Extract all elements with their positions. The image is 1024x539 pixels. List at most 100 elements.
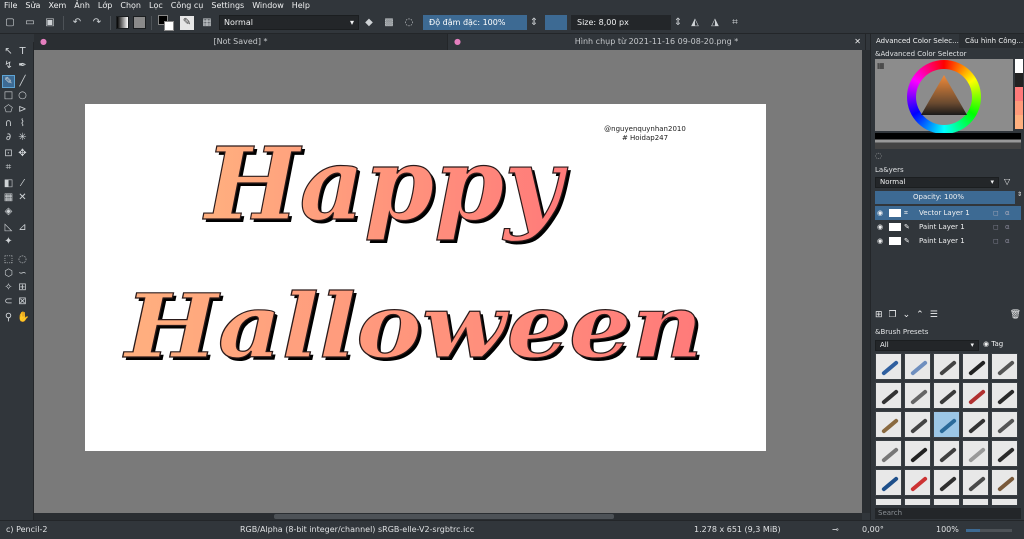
- select-shapes-icon[interactable]: ↖: [3, 46, 14, 57]
- magnetic-select-icon[interactable]: ⊠: [17, 296, 28, 307]
- brush-preset[interactable]: [991, 440, 1018, 467]
- history-swatch[interactable]: [1015, 87, 1023, 101]
- menu-edit[interactable]: Sửa: [21, 0, 44, 12]
- menu-layer[interactable]: Lớp: [94, 0, 116, 12]
- rectangle-tool-icon[interactable]: □: [3, 90, 14, 101]
- add-layer-icon[interactable]: ⊞: [875, 310, 883, 322]
- brush-preset[interactable]: [933, 353, 960, 380]
- close-icon[interactable]: ✕: [854, 34, 861, 50]
- brush-preset[interactable]: [904, 498, 931, 505]
- blend-mode-select[interactable]: Normal ▾: [219, 15, 359, 30]
- colorize-mask-icon[interactable]: ▦: [3, 192, 14, 203]
- tag-button[interactable]: ◉ Tag: [983, 340, 1003, 348]
- wrap-around-icon[interactable]: ⌗: [728, 16, 742, 30]
- brush-preset[interactable]: [991, 382, 1018, 409]
- calligraphy-icon[interactable]: ✒: [17, 60, 28, 71]
- brush-preset[interactable]: [904, 469, 931, 496]
- layer-row[interactable]: ◉ ✎ Paint Layer 1 ◻ α: [875, 234, 1021, 248]
- menu-image[interactable]: Ảnh: [70, 0, 94, 12]
- brush-preset[interactable]: [962, 353, 989, 380]
- layer-row[interactable]: ◉ ⌗ Vector Layer 1 ◻ α: [875, 206, 1021, 220]
- tab-screenshot[interactable]: ● Hình chụp từ 2021-11-16 09-08-20.png *…: [448, 34, 866, 50]
- history-swatch[interactable]: [1015, 59, 1023, 73]
- layer-row[interactable]: ◉ ✎ Paint Layer 1 ◻ α: [875, 220, 1021, 234]
- menu-help[interactable]: Help: [288, 0, 314, 12]
- lock-icon[interactable]: ◻: [993, 206, 999, 220]
- menu-tools[interactable]: Công cụ: [167, 0, 208, 12]
- reload-preset-icon[interactable]: ◌: [402, 16, 416, 30]
- layer-opacity-spin[interactable]: ⇕: [1017, 191, 1023, 204]
- layer-properties-icon[interactable]: ☰: [930, 310, 938, 322]
- settings-icon[interactable]: ▦: [877, 61, 885, 70]
- brush-preset[interactable]: [875, 382, 902, 409]
- brush-preset[interactable]: [875, 411, 902, 438]
- preserve-alpha-icon[interactable]: ▩: [382, 16, 396, 30]
- brush-editor-icon[interactable]: ✎: [180, 15, 194, 30]
- menu-settings[interactable]: Settings: [207, 0, 248, 12]
- brush-preset[interactable]: [991, 353, 1018, 380]
- alpha-lock-icon[interactable]: α: [1005, 206, 1010, 220]
- alpha-lock-icon[interactable]: α: [1005, 220, 1010, 234]
- brush-preset[interactable]: [991, 411, 1018, 438]
- canvas-document[interactable]: Happy Happy Halloween Halloween @nguyenq…: [85, 104, 766, 451]
- save-icon[interactable]: ▣: [43, 16, 57, 30]
- ellipse-select-icon[interactable]: ◌: [17, 254, 28, 265]
- layer-blend-select[interactable]: Normal ▾: [875, 177, 999, 188]
- text-tool-icon[interactable]: T: [17, 46, 28, 57]
- brush-presets-grid-icon[interactable]: ▦: [200, 16, 214, 30]
- eraser-mode-icon[interactable]: ◆: [362, 16, 376, 30]
- zoom-tool-icon[interactable]: ⚲: [3, 312, 14, 323]
- tab-tool-options[interactable]: Cấu hình Công...: [959, 34, 1024, 48]
- value-sliders[interactable]: [875, 133, 1021, 149]
- visibility-eye-icon[interactable]: ◉: [877, 220, 883, 234]
- menu-file[interactable]: File: [0, 0, 21, 12]
- brush-preset[interactable]: [962, 440, 989, 467]
- polygon-tool-icon[interactable]: ⬠: [3, 104, 14, 115]
- contiguous-select-icon[interactable]: ✧: [3, 282, 14, 293]
- brush-preset[interactable]: [933, 440, 960, 467]
- brush-preset[interactable]: [933, 411, 960, 438]
- alpha-lock-icon[interactable]: α: [1005, 234, 1010, 248]
- undo-icon[interactable]: ↶: [70, 16, 84, 30]
- brush-search-input[interactable]: Search: [875, 508, 1021, 519]
- ellipse-tool-icon[interactable]: ○: [17, 90, 28, 101]
- move-down-icon[interactable]: ⌄: [903, 310, 911, 322]
- brush-preset[interactable]: [875, 469, 902, 496]
- reset-icon[interactable]: ◌: [875, 151, 882, 160]
- lock-icon[interactable]: ◻: [993, 234, 999, 248]
- visibility-eye-icon[interactable]: ◉: [877, 206, 883, 220]
- brush-preset[interactable]: [875, 498, 902, 505]
- brush-preset[interactable]: [991, 469, 1018, 496]
- brush-preset[interactable]: [962, 411, 989, 438]
- freehand-select-icon[interactable]: ∽: [17, 268, 28, 279]
- brush-preset[interactable]: [904, 411, 931, 438]
- color-picker-icon[interactable]: ⁄: [17, 178, 28, 189]
- zoom-slider[interactable]: [966, 529, 1012, 532]
- rect-select-icon[interactable]: ⬚: [3, 254, 14, 265]
- history-swatch[interactable]: [1015, 115, 1023, 129]
- new-document-icon[interactable]: ▢: [3, 16, 17, 30]
- move-up-icon[interactable]: ⌃: [916, 310, 924, 322]
- redo-icon[interactable]: ↷: [90, 16, 104, 30]
- brush-preset[interactable]: [904, 440, 931, 467]
- history-swatch[interactable]: [1015, 73, 1023, 87]
- bezier-select-icon[interactable]: ⊂: [3, 296, 14, 307]
- gradient-tool-icon[interactable]: ◧: [3, 178, 14, 189]
- tab-not-saved[interactable]: ● [Not Saved] *: [34, 34, 448, 50]
- visibility-eye-icon[interactable]: ◉: [877, 234, 883, 248]
- tab-advanced-color[interactable]: Advanced Color Selec...: [871, 34, 959, 48]
- polyline-tool-icon[interactable]: ⊳: [17, 104, 28, 115]
- pan-tool-icon[interactable]: ✋: [17, 312, 29, 323]
- brush-filter-select[interactable]: All ▾: [875, 340, 979, 351]
- menu-window[interactable]: Window: [248, 0, 288, 12]
- reference-tool-icon[interactable]: ✦: [3, 236, 14, 247]
- size-slider[interactable]: Size: 8,00 px: [571, 15, 671, 30]
- polygon-select-icon[interactable]: ⬡: [3, 268, 14, 279]
- brush-preset[interactable]: [875, 353, 902, 380]
- menu-filter[interactable]: Lọc: [145, 0, 167, 12]
- brush-preset[interactable]: [991, 498, 1018, 505]
- assistant-tool-icon[interactable]: ◺: [3, 222, 14, 233]
- bezier-tool-icon[interactable]: ∩: [3, 118, 14, 129]
- brush-preset[interactable]: [962, 469, 989, 496]
- freehand-path-icon[interactable]: ⌇: [17, 118, 28, 129]
